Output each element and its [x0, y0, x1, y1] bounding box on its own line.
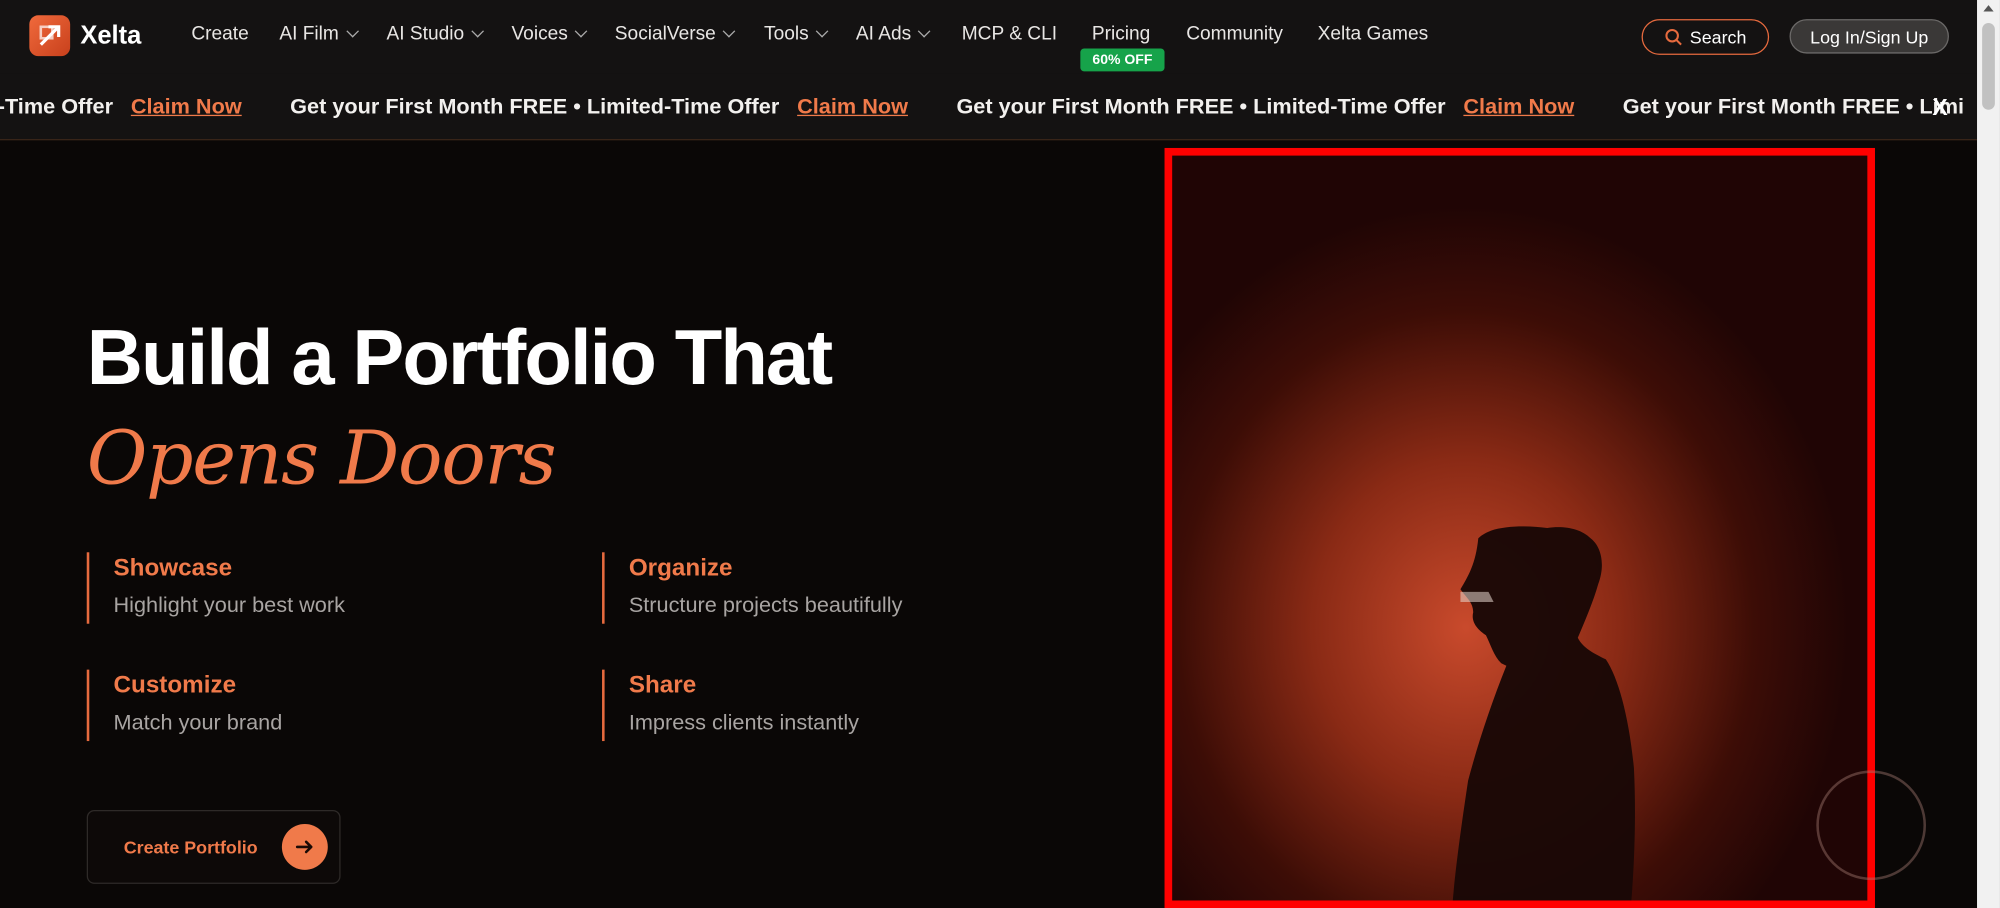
nav-label: AI Ads [855, 22, 912, 45]
nav-label: AI Film [279, 22, 339, 45]
claim-now-link[interactable]: Claim Now [131, 94, 242, 120]
feature-showcase: Showcase Highlight your best work [86, 552, 345, 624]
promo-segment: ited-Time Offer Claim Now [0, 94, 242, 120]
arrow-right-icon [281, 823, 328, 870]
chevron-down-icon [815, 24, 829, 38]
nav-ai-studio[interactable]: AI Studio [386, 22, 484, 45]
hero-subtitle: Opens Doors [86, 414, 557, 502]
pricing-discount-badge: 60% OFF [1080, 48, 1165, 72]
nav-label: Voices [511, 22, 568, 45]
top-nav: Xelta Create AI Film AI Studio Voices So… [0, 0, 1978, 74]
nav-community[interactable]: Community [1186, 23, 1283, 45]
nav-ai-ads[interactable]: AI Ads [855, 22, 931, 45]
promo-segment: Get your First Month FREE • Limited-Time… [290, 94, 908, 120]
promo-text: ited-Time Offer [0, 94, 114, 119]
nav-label: Xelta Games [1317, 22, 1429, 45]
hero-title: Build a Portfolio That [86, 313, 833, 401]
play-ring-control[interactable] [1816, 770, 1927, 881]
nav-label: SocialVerse [614, 22, 716, 45]
promo-segment: Get your First Month FREE • Limi [1623, 94, 1964, 120]
nav-label: Community [1186, 22, 1283, 45]
feature-share: Share Impress clients instantly [602, 669, 859, 742]
promo-banner: ited-Time Offer Claim Now Get your First… [0, 73, 1978, 141]
chevron-down-icon [345, 24, 359, 38]
logo-icon [29, 15, 71, 57]
brand-name: Xelta [80, 21, 142, 50]
feature-title: Showcase [113, 554, 233, 582]
feature-desc: Match your brand [113, 710, 283, 735]
hero-portrait-image [1164, 147, 1875, 908]
nav-label: Create [191, 22, 249, 45]
search-label: Search [1689, 26, 1747, 48]
login-signup-button[interactable]: Log In/Sign Up [1789, 19, 1949, 54]
nav-label: MCP & CLI [961, 22, 1058, 45]
nav-pricing[interactable]: Pricing [1092, 23, 1150, 45]
silhouette-figure [1452, 526, 1635, 901]
nav-mcp-cli[interactable]: MCP & CLI [962, 23, 1057, 45]
nav-ai-film[interactable]: AI Film [279, 22, 359, 45]
feature-title: Customize [113, 672, 237, 699]
scroll-up-arrow-icon[interactable] [1983, 5, 1994, 12]
create-portfolio-button[interactable]: Create Portfolio [86, 809, 341, 884]
cta-label: Create Portfolio [123, 836, 258, 858]
feature-organize: Organize Structure projects beautifully [602, 552, 903, 624]
chevron-down-icon [574, 24, 588, 38]
nav-label: AI Studio [386, 22, 465, 45]
nav-voices[interactable]: Voices [511, 22, 588, 45]
feature-desc: Impress clients instantly [628, 710, 859, 735]
promo-text: Get your First Month FREE • Limited-Time… [290, 94, 780, 119]
chevron-down-icon [471, 24, 484, 38]
close-icon[interactable]: X [1932, 94, 1947, 121]
logo[interactable]: Xelta [29, 15, 142, 57]
nav-socialverse[interactable]: SocialVerse [614, 22, 736, 45]
nav-label: Pricing [1091, 22, 1151, 45]
feature-title: Organize [628, 554, 733, 582]
feature-desc: Highlight your best work [113, 593, 345, 618]
nav-xelta-games[interactable]: Xelta Games [1318, 23, 1429, 45]
scrollbar[interactable] [1977, 0, 2000, 908]
chevron-down-icon [918, 24, 931, 38]
search-icon [1665, 28, 1682, 46]
promo-segment: Get your First Month FREE • Limited-Time… [956, 94, 1574, 120]
promo-text: Get your First Month FREE • Limited-Time… [956, 94, 1446, 119]
feature-customize: Customize Match your brand [86, 669, 283, 742]
promo-marquee: ited-Time Offer Claim Now Get your First… [0, 94, 1977, 120]
feature-desc: Structure projects beautifully [628, 593, 903, 618]
chevron-down-icon [722, 24, 736, 38]
claim-now-link[interactable]: Claim Now [1463, 94, 1574, 120]
nav-create[interactable]: Create [191, 23, 248, 45]
claim-now-link[interactable]: Claim Now [797, 94, 908, 120]
feature-title: Share [628, 672, 697, 699]
search-button[interactable]: Search [1641, 19, 1770, 55]
promo-text: Get your First Month FREE • Limi [1622, 94, 1965, 119]
scrollbar-thumb[interactable] [1982, 22, 1995, 110]
nav-label: Tools [764, 22, 809, 45]
nav-tools[interactable]: Tools [764, 22, 829, 45]
page: Xelta Create AI Film AI Studio Voices So… [0, 0, 2000, 908]
